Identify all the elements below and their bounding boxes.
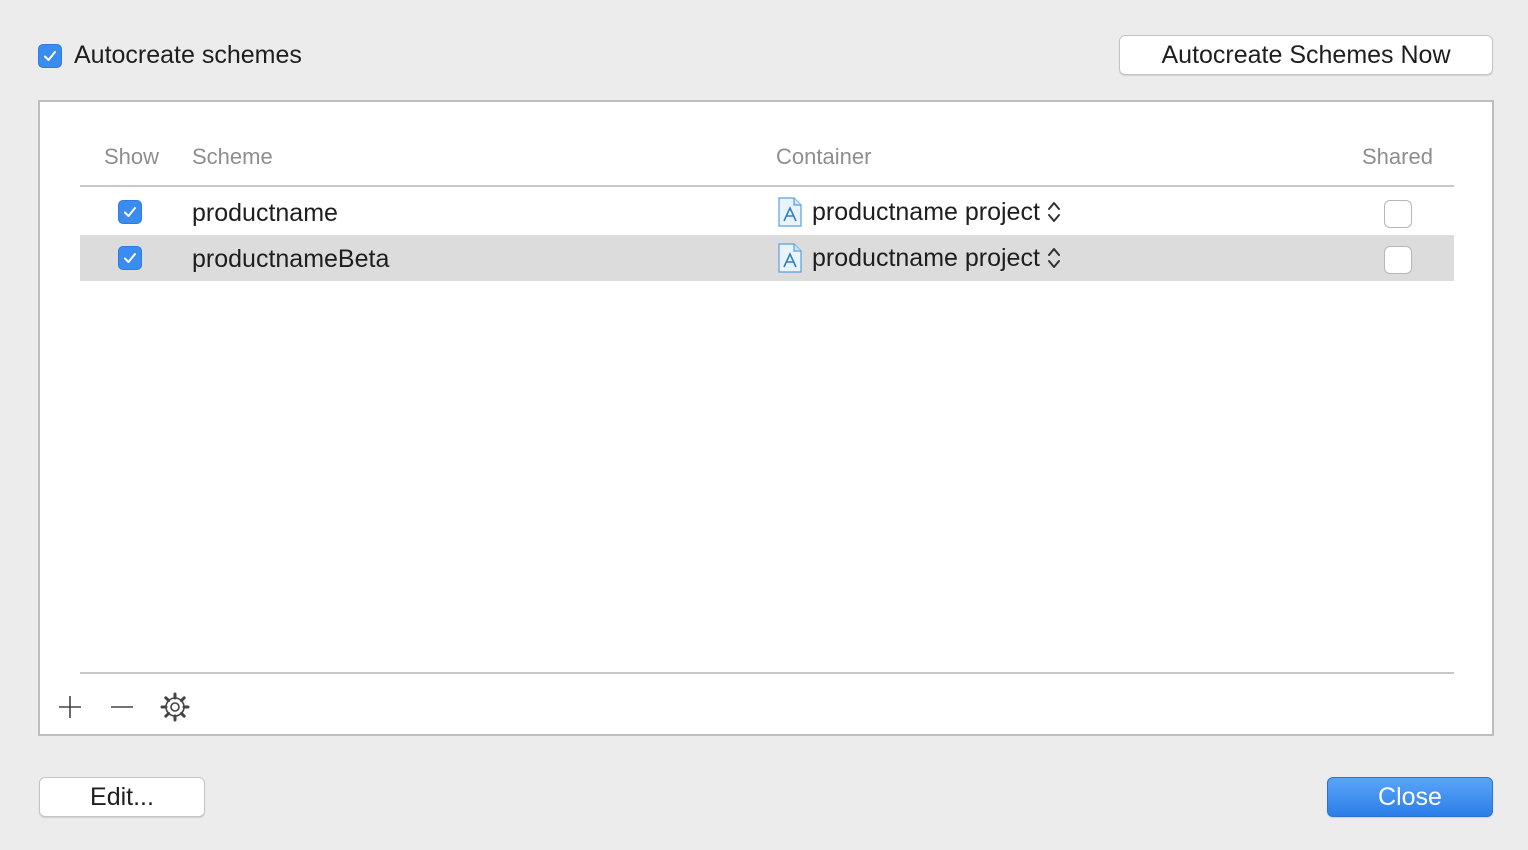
minus-icon	[111, 706, 133, 708]
show-checkbox[interactable]	[118, 246, 142, 270]
column-header-scheme[interactable]: Scheme	[192, 144, 273, 170]
container-popup[interactable]: productname project	[778, 195, 1062, 229]
gear-icon	[160, 692, 190, 722]
header-divider	[80, 185, 1454, 187]
autocreate-schemes-option[interactable]: Autocreate schemes	[38, 41, 302, 70]
checkmark-icon	[124, 207, 136, 217]
table-row[interactable]: productname productname project	[80, 189, 1454, 235]
shared-checkbox[interactable]	[1384, 200, 1412, 228]
edit-button[interactable]: Edit...	[39, 777, 205, 817]
schemes-table-panel: Show Scheme Container Shared productname…	[38, 100, 1494, 736]
container-popup[interactable]: productname project	[778, 241, 1062, 275]
autocreate-schemes-checkbox[interactable]	[38, 43, 62, 68]
chevron-up-down-icon	[1047, 248, 1060, 268]
container-label: productname project	[812, 243, 1040, 272]
autocreate-schemes-now-button[interactable]: Autocreate Schemes Now	[1119, 35, 1493, 75]
column-header-show[interactable]: Show	[104, 144, 159, 170]
plus-icon	[59, 696, 81, 718]
container-label: productname project	[812, 197, 1040, 226]
scheme-name: productnameBeta	[192, 245, 390, 273]
xcode-project-icon	[778, 243, 802, 273]
scheme-settings-button[interactable]	[160, 692, 190, 722]
xcode-project-icon	[778, 197, 802, 227]
checkmark-icon	[124, 253, 136, 263]
add-scheme-button[interactable]	[55, 692, 85, 722]
show-checkbox[interactable]	[118, 200, 142, 224]
column-header-container[interactable]: Container	[776, 144, 871, 170]
table-row[interactable]: productnameBeta productname project	[80, 235, 1454, 281]
autocreate-schemes-label: Autocreate schemes	[74, 41, 302, 69]
shared-checkbox[interactable]	[1384, 246, 1412, 274]
footer-divider	[80, 672, 1454, 674]
remove-scheme-button[interactable]	[107, 692, 137, 722]
checkmark-icon	[44, 50, 56, 61]
close-button[interactable]: Close	[1327, 777, 1493, 817]
chevron-up-down-icon	[1047, 202, 1060, 222]
column-header-shared[interactable]: Shared	[1362, 144, 1433, 170]
scheme-name: productname	[192, 199, 338, 227]
